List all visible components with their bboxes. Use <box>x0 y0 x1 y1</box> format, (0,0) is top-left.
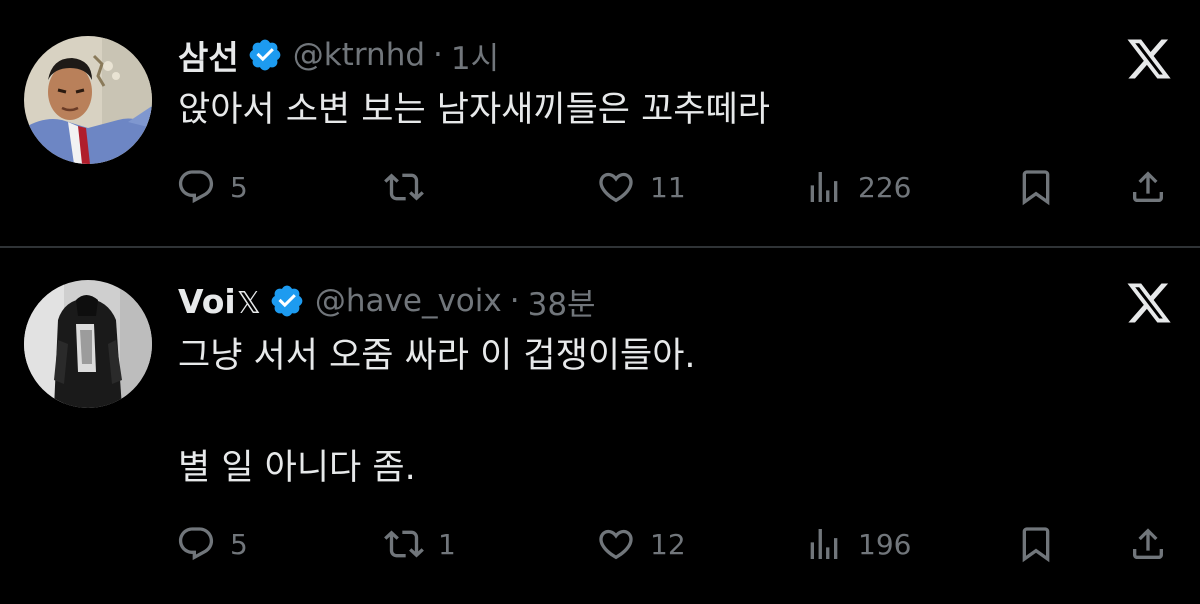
timestamp[interactable]: 38분 <box>528 279 596 324</box>
views-icon <box>804 524 844 564</box>
verified-badge-icon <box>247 37 283 73</box>
action-bar: 5 1 12 196 <box>0 520 1200 568</box>
views-icon <box>804 167 844 207</box>
share-button[interactable] <box>1128 163 1168 211</box>
display-name-suffix: 𝕏 <box>236 285 261 321</box>
like-count: 12 <box>650 527 686 561</box>
x-logo-icon <box>1125 279 1173 327</box>
x-logo-icon <box>1125 35 1173 83</box>
like-count: 11 <box>650 170 686 204</box>
reply-count: 5 <box>230 527 248 561</box>
like-button[interactable]: 12 <box>596 520 686 568</box>
timestamp[interactable]: 1시 <box>451 33 499 78</box>
tweet-text-line: 그냥 서서 오줌 싸라 이 겁쟁이들아. <box>178 336 696 376</box>
views-button[interactable]: 196 <box>804 520 911 568</box>
retweet-button[interactable] <box>384 163 438 211</box>
reply-button[interactable]: 5 <box>176 163 248 211</box>
share-icon <box>1128 524 1168 564</box>
display-name[interactable]: 삼선 <box>178 31 239 79</box>
view-count: 196 <box>858 527 912 561</box>
share-button[interactable] <box>1128 520 1168 568</box>
heart-icon <box>596 524 636 564</box>
reply-icon <box>176 524 216 564</box>
heart-icon <box>596 167 636 207</box>
retweet-count: 1 <box>438 527 456 561</box>
user-handle[interactable]: @have_voix <box>315 283 502 319</box>
reply-count: 5 <box>230 170 248 204</box>
retweet-button[interactable]: 1 <box>384 520 456 568</box>
reply-button[interactable]: 5 <box>176 520 248 568</box>
tweet-header: Voi𝕏 @have_voix · 38분 <box>178 279 596 323</box>
bookmark-button[interactable] <box>1016 163 1056 211</box>
view-count: 226 <box>858 170 912 204</box>
bookmark-icon <box>1016 167 1056 207</box>
tweet[interactable]: Voi𝕏 @have_voix · 38분 그냥 서서 오줌 싸라 이 겁쟁이들… <box>0 248 1200 604</box>
tweet[interactable]: 삼선 @ktrnhd · 1시 앉아서 소변 보는 남자새끼들은 꼬추떼라 5 <box>0 0 1200 246</box>
display-name-text: Voi <box>178 281 236 321</box>
separator-dot: · <box>509 283 520 319</box>
separator-dot: · <box>433 37 443 73</box>
tweet-header: 삼선 @ktrnhd · 1시 <box>178 33 499 77</box>
avatar[interactable] <box>24 36 152 164</box>
retweet-icon <box>384 524 424 564</box>
tweet-text-line: 별 일 아니다 좀. <box>178 448 416 488</box>
action-bar: 5 11 226 <box>0 163 1200 211</box>
bookmark-icon <box>1016 524 1056 564</box>
user-handle[interactable]: @ktrnhd <box>293 37 425 73</box>
reply-icon <box>176 167 216 207</box>
like-button[interactable]: 11 <box>596 163 686 211</box>
display-name[interactable]: Voi𝕏 <box>178 282 261 321</box>
bookmark-button[interactable] <box>1016 520 1056 568</box>
share-icon <box>1128 167 1168 207</box>
verified-badge-icon <box>269 283 305 319</box>
avatar[interactable] <box>24 280 152 408</box>
retweet-icon <box>384 167 424 207</box>
tweet-text: 앉아서 소변 보는 남자새끼들은 꼬추떼라 <box>178 90 770 130</box>
views-button[interactable]: 226 <box>804 163 911 211</box>
